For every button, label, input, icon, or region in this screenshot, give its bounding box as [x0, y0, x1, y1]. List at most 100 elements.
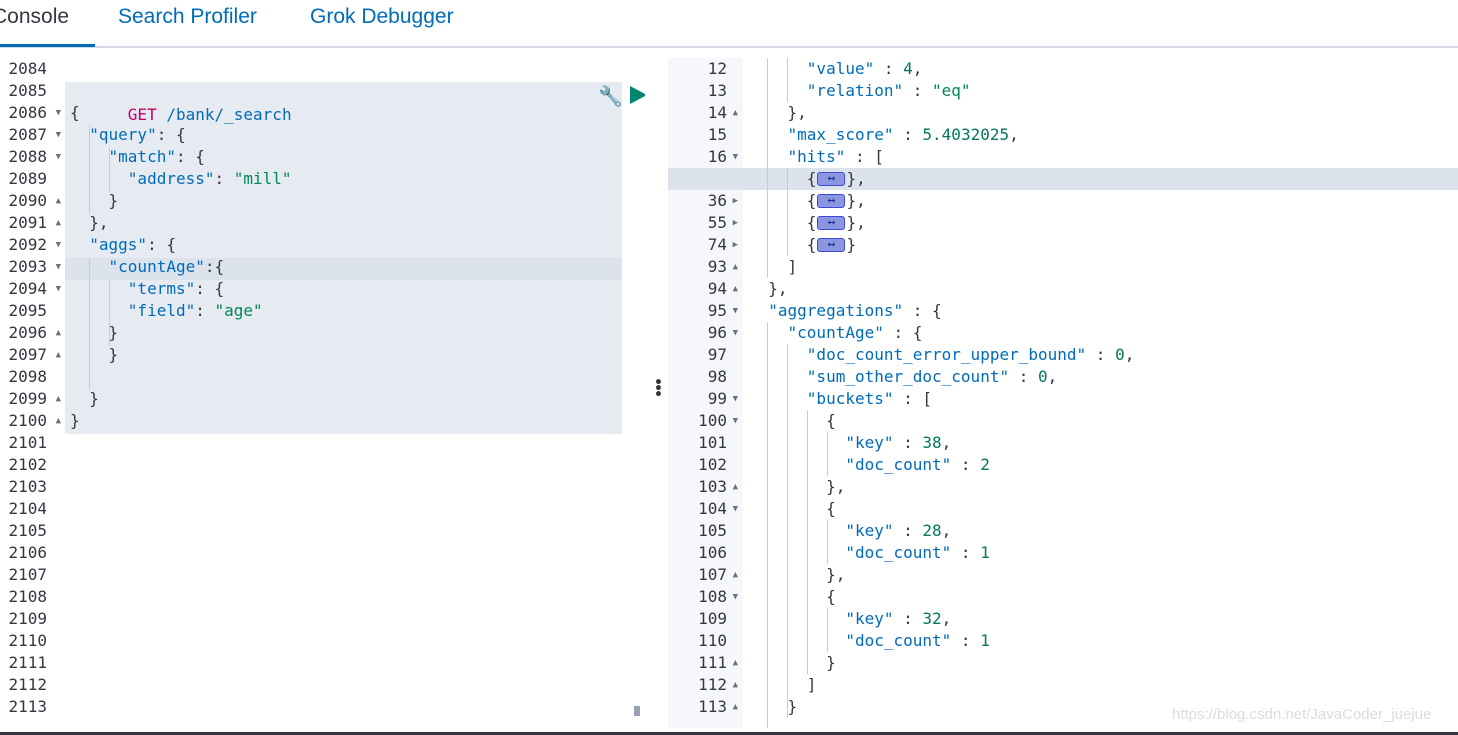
line-number: 2094 ▼ — [0, 278, 65, 300]
line-number: 96 ▼ — [668, 322, 743, 344]
line-number-text: 100 — [698, 411, 727, 430]
tab-console[interactable]: Console — [0, 0, 69, 48]
tab-search-profiler[interactable]: Search Profiler — [118, 0, 257, 48]
fold-collapse-icon[interactable]: ▼ — [56, 256, 61, 278]
fold-collapse-icon[interactable]: ▼ — [733, 322, 738, 344]
line-number-text: 2112 — [8, 675, 47, 694]
fold-collapse-icon[interactable]: ▼ — [733, 498, 738, 520]
code-token: "address" — [127, 169, 215, 188]
collapsed-object-icon[interactable] — [817, 190, 846, 212]
code-token: , — [941, 609, 952, 628]
fold-end-icon[interactable]: ▲ — [733, 674, 738, 696]
line-number: 2112 — [0, 674, 65, 696]
code-token: ] — [749, 675, 817, 694]
line-number-text: 2089 — [8, 169, 47, 188]
collapsed-object-icon[interactable] — [817, 212, 846, 234]
line-number: 111 ▲ — [668, 652, 743, 674]
fold-collapse-icon[interactable]: ▼ — [733, 586, 738, 608]
code-token: : — [951, 631, 981, 650]
line-number: 98 — [668, 366, 743, 388]
code-token: { — [749, 235, 817, 254]
line-number-text: 99 — [707, 389, 727, 408]
fold-end-icon[interactable]: ▲ — [733, 256, 738, 278]
fold-end-icon[interactable]: ▲ — [733, 696, 738, 718]
line-number-text: 112 — [698, 675, 727, 694]
fold-end-icon[interactable]: ▲ — [733, 652, 738, 674]
line-number-text: 96 — [707, 323, 727, 342]
code-line: {}, — [749, 168, 1458, 190]
fold-collapse-icon[interactable]: ▼ — [56, 234, 61, 256]
code-line: { — [70, 102, 645, 124]
fold-end-icon[interactable]: ▲ — [733, 102, 738, 124]
line-number-text: 55 — [707, 213, 727, 232]
fold-collapse-icon[interactable]: ▼ — [733, 388, 738, 410]
fold-collapse-icon[interactable]: ▼ — [733, 146, 738, 168]
code-token: "mill" — [233, 169, 292, 188]
line-number: 107 ▲ — [668, 564, 743, 586]
request-code-area[interactable]: GET /bank/_search { "query": { "match": … — [65, 58, 645, 728]
collapsed-object-icon[interactable] — [817, 168, 846, 190]
code-token: "sum_other_doc_count" — [806, 367, 1010, 386]
response-code-area[interactable]: "value" : 4, "relation" : "eq" }, "max_s… — [743, 58, 1458, 728]
fold-collapse-icon[interactable]: ▼ — [733, 410, 738, 432]
code-token: : { — [147, 235, 176, 254]
fold-collapse-icon[interactable]: ▼ — [56, 146, 61, 168]
line-number: 2113 — [0, 696, 65, 718]
line-number-text: 2113 — [8, 697, 47, 716]
fold-end-icon[interactable]: ▲ — [733, 476, 738, 498]
fold-collapse-icon[interactable]: ▼ — [56, 124, 61, 146]
collapsed-object-icon[interactable] — [817, 234, 846, 256]
line-number: 74 ▶ — [668, 234, 743, 256]
line-number-text: 12 — [707, 59, 727, 78]
code-token: "doc_count" — [845, 455, 952, 474]
code-token: { — [749, 213, 817, 232]
line-number-text: 2088 — [8, 147, 47, 166]
fold-end-icon[interactable]: ▲ — [733, 564, 738, 586]
fold-end-icon[interactable]: ▲ — [56, 190, 61, 212]
line-number: 109 — [668, 608, 743, 630]
fold-end-icon[interactable]: ▲ — [56, 410, 61, 432]
request-editor[interactable]: 2084 2085 2086 ▼ 2087 ▼ 2088 ▼ 2089 2090 ▲ 2091 ▲ 209… — [0, 58, 645, 728]
code-line: "aggregations" : { — [749, 300, 1458, 322]
wrench-icon[interactable]: 🔧 — [598, 86, 623, 106]
fold-end-icon[interactable]: ▲ — [56, 212, 61, 234]
line-number: 2086 ▼ — [0, 102, 65, 124]
fold-end-icon[interactable]: ▲ — [733, 278, 738, 300]
line-number-text: 111 — [698, 653, 727, 672]
line-number-text: 2096 — [8, 323, 47, 342]
code-token: , — [1009, 125, 1019, 144]
vertical-ellipsis-icon[interactable]: • • • — [654, 376, 663, 402]
code-token: : — [893, 609, 923, 628]
line-number: 13 — [668, 80, 743, 102]
line-number-text: 2107 — [8, 565, 47, 584]
line-number-text: 2099 — [8, 389, 47, 408]
fold-expand-icon[interactable]: ▶ — [733, 212, 738, 234]
line-number: 2103 — [0, 476, 65, 498]
request-scrollbar-thumb[interactable] — [634, 706, 640, 716]
line-number: 2106 — [0, 542, 65, 564]
fold-end-icon[interactable]: ▲ — [56, 344, 61, 366]
line-number-text: 16 — [707, 147, 727, 166]
response-viewer[interactable]: 121314▲1516▼17▶36▶55▶74▶93▲94▲95▼96▼9798… — [668, 58, 1458, 728]
fold-end-icon[interactable]: ▲ — [56, 322, 61, 344]
code-token: 38 — [922, 433, 942, 452]
code-token: { — [749, 587, 836, 606]
fold-collapse-icon[interactable]: ▼ — [733, 300, 738, 322]
code-line: "key" : 28, — [749, 520, 1458, 542]
fold-collapse-icon[interactable]: ▼ — [56, 102, 61, 124]
line-number-text: 2084 — [8, 59, 47, 78]
code-token: : { — [175, 147, 205, 166]
line-number-text: 2100 — [8, 411, 47, 430]
line-number-text: 104 — [698, 499, 727, 518]
line-number: 2108 — [0, 586, 65, 608]
line-number: 16 ▼ — [668, 146, 743, 168]
tab-grok-debugger[interactable]: Grok Debugger — [310, 0, 454, 48]
fold-end-icon[interactable]: ▲ — [56, 388, 61, 410]
fold-collapse-icon[interactable]: ▼ — [56, 278, 61, 300]
fold-expand-icon[interactable]: ▶ — [733, 234, 738, 256]
fold-expand-icon[interactable]: ▶ — [733, 190, 738, 212]
line-number-text: 2101 — [8, 433, 47, 452]
